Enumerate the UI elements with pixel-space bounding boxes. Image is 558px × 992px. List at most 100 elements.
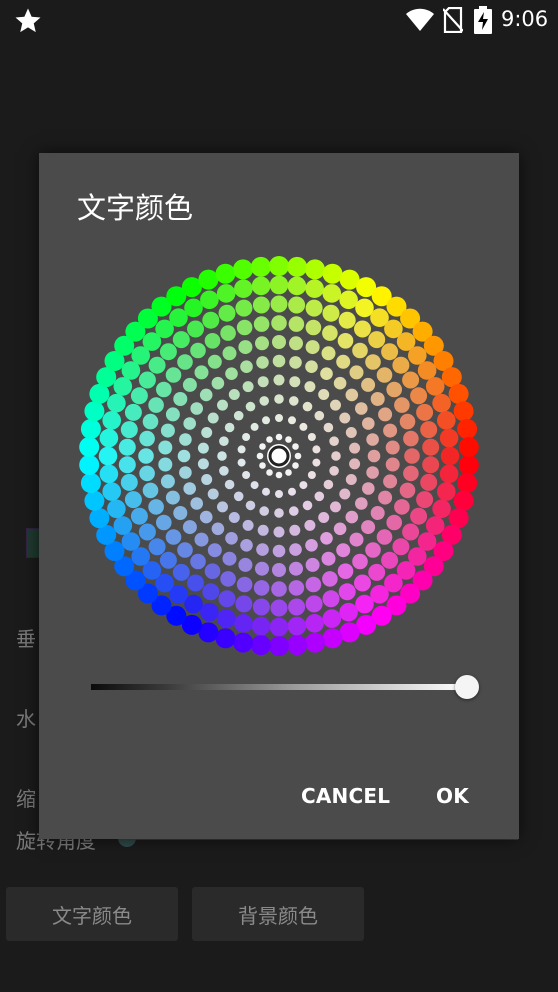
color-dot[interactable] <box>190 553 206 570</box>
color-dot[interactable] <box>336 543 351 558</box>
color-dot[interactable] <box>448 383 469 404</box>
color-dot[interactable] <box>266 436 273 443</box>
color-dot[interactable] <box>458 437 479 457</box>
color-dot[interactable] <box>120 421 138 439</box>
color-dot[interactable] <box>250 635 271 656</box>
color-dot[interactable] <box>138 523 156 541</box>
color-dot[interactable] <box>253 580 270 596</box>
color-dot[interactable] <box>273 526 285 538</box>
color-dot[interactable] <box>89 508 110 529</box>
color-dot[interactable] <box>322 590 340 608</box>
color-dot[interactable] <box>197 458 209 470</box>
color-dot[interactable] <box>378 407 393 422</box>
color-dot[interactable] <box>416 491 434 509</box>
color-dot[interactable] <box>242 519 254 531</box>
color-dot[interactable] <box>322 263 343 284</box>
color-dot[interactable] <box>385 440 400 455</box>
color-dot[interactable] <box>365 542 381 558</box>
color-dot[interactable] <box>453 490 474 511</box>
color-dot[interactable] <box>156 514 172 531</box>
color-dot[interactable] <box>305 259 325 280</box>
color-dot[interactable] <box>182 377 197 392</box>
color-dot[interactable] <box>256 356 269 369</box>
color-dot[interactable] <box>245 401 256 412</box>
color-dot[interactable] <box>199 388 213 402</box>
color-dot[interactable] <box>370 506 385 520</box>
color-dot[interactable] <box>156 381 172 398</box>
color-dot[interactable] <box>362 417 375 430</box>
color-dot[interactable] <box>183 482 196 495</box>
color-dot[interactable] <box>102 411 121 430</box>
color-dot[interactable] <box>148 356 166 374</box>
color-dot[interactable] <box>404 448 420 464</box>
color-dot[interactable] <box>385 457 400 472</box>
color-dot[interactable] <box>273 374 285 386</box>
color-dot[interactable] <box>355 402 368 415</box>
color-dot[interactable] <box>160 423 175 438</box>
color-dot[interactable] <box>337 563 354 579</box>
color-dot[interactable] <box>159 551 177 569</box>
color-dot[interactable] <box>288 598 306 616</box>
color-dot[interactable] <box>216 609 236 628</box>
color-dot[interactable] <box>394 499 410 515</box>
color-dot[interactable] <box>453 401 474 422</box>
color-dot[interactable] <box>289 356 302 369</box>
color-dot[interactable] <box>410 507 428 525</box>
color-dot[interactable] <box>139 465 155 482</box>
color-dot[interactable] <box>289 561 303 576</box>
color-dot[interactable] <box>392 538 410 556</box>
color-dot[interactable] <box>272 335 286 349</box>
color-dot[interactable] <box>235 595 253 613</box>
color-dot[interactable] <box>148 397 164 413</box>
color-dot[interactable] <box>211 376 225 390</box>
color-dot[interactable] <box>362 482 375 495</box>
color-dot[interactable] <box>403 430 419 447</box>
color-dot[interactable] <box>262 416 270 425</box>
color-dot[interactable] <box>160 474 175 489</box>
color-dot[interactable] <box>271 315 287 331</box>
color-dot[interactable] <box>207 412 219 424</box>
color-dot[interactable] <box>187 574 204 592</box>
color-dot[interactable] <box>355 594 374 614</box>
color-dot[interactable] <box>138 448 154 464</box>
color-dot[interactable] <box>79 437 100 457</box>
color-dot[interactable] <box>242 471 251 479</box>
color-dot[interactable] <box>269 256 289 276</box>
color-dot[interactable] <box>240 360 253 373</box>
color-dot[interactable] <box>349 532 364 547</box>
color-dot[interactable] <box>233 410 244 421</box>
color-dot[interactable] <box>270 295 288 313</box>
color-dot[interactable] <box>207 354 222 369</box>
color-dot[interactable] <box>120 473 138 491</box>
color-dot[interactable] <box>274 394 284 404</box>
color-dot[interactable] <box>367 449 381 463</box>
color-dot[interactable] <box>259 443 266 450</box>
color-dot[interactable] <box>289 336 303 351</box>
color-dot[interactable] <box>386 381 403 398</box>
color-dot[interactable] <box>158 440 173 455</box>
color-dot[interactable] <box>207 543 222 558</box>
color-dot[interactable] <box>305 595 323 613</box>
color-dot[interactable] <box>165 529 182 545</box>
color-dot[interactable] <box>113 377 133 396</box>
color-dot[interactable] <box>251 276 271 296</box>
color-dot[interactable] <box>294 452 302 460</box>
color-dot[interactable] <box>262 487 270 496</box>
color-dot[interactable] <box>305 340 320 355</box>
color-dot[interactable] <box>148 538 166 556</box>
color-dot[interactable] <box>288 487 296 496</box>
color-dot[interactable] <box>305 557 320 572</box>
color-dot[interactable] <box>336 354 351 369</box>
color-dot[interactable] <box>337 333 354 349</box>
color-dot[interactable] <box>233 259 253 280</box>
color-dot[interactable] <box>252 598 270 616</box>
color-dot[interactable] <box>366 466 379 479</box>
color-dot[interactable] <box>361 520 376 535</box>
color-dot[interactable] <box>197 442 209 454</box>
color-dot[interactable] <box>165 407 180 422</box>
color-dot[interactable] <box>292 462 299 469</box>
color-dot[interactable] <box>118 438 136 456</box>
color-dot[interactable] <box>285 469 292 476</box>
color-dot[interactable] <box>285 436 292 443</box>
color-dot[interactable] <box>457 473 478 493</box>
